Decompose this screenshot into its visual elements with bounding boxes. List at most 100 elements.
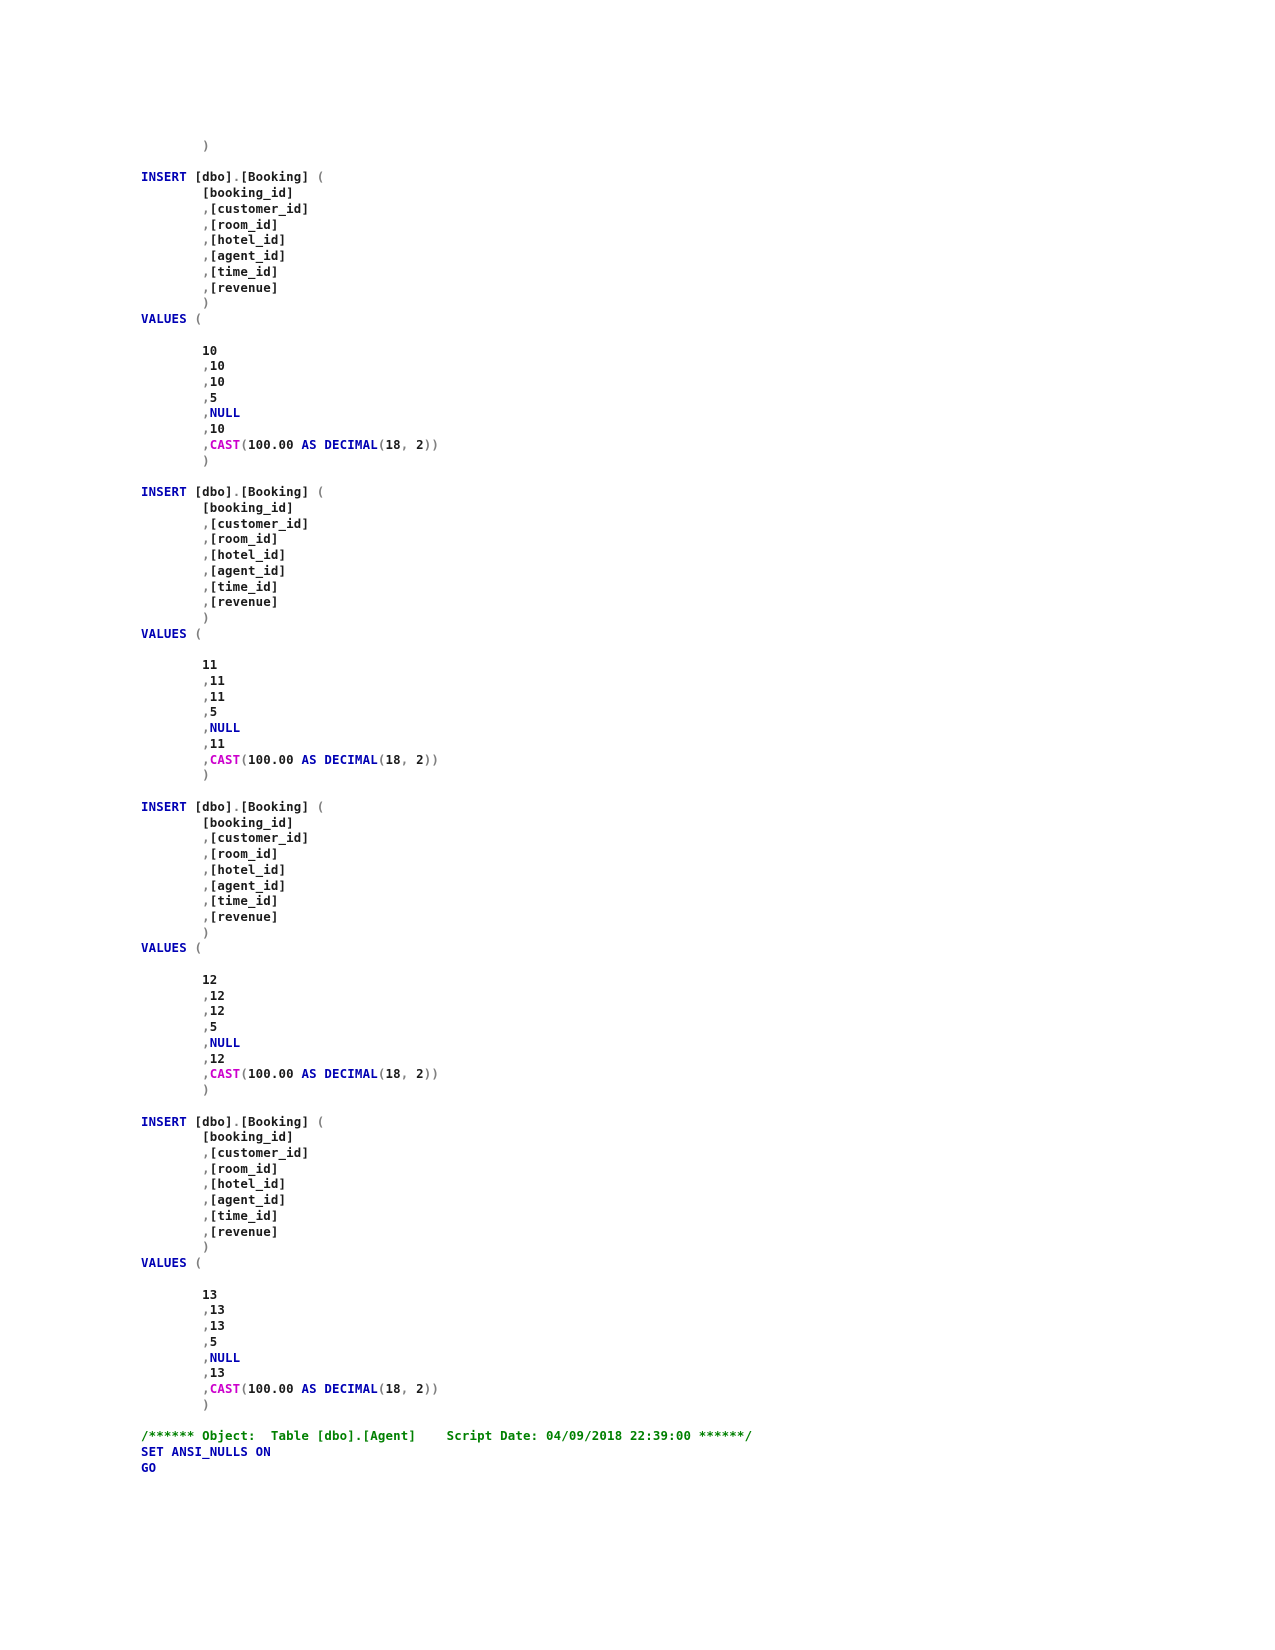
close-paren-token: ) <box>202 924 210 940</box>
paren-token: ( <box>377 751 386 767</box>
comma-token: , <box>202 672 210 688</box>
value-literal-time-id: 10 <box>209 421 226 437</box>
comma-token: , <box>202 1365 210 1381</box>
insert-statement-header: INSERT [dbo].[Booking] ( <box>141 169 1141 185</box>
close-paren-token: ) <box>202 1082 210 1098</box>
column-identifier: [time_id] <box>209 893 279 909</box>
value-literal-time-id: 12 <box>209 1050 226 1066</box>
column-list-item: ,[hotel_id] <box>141 232 1141 248</box>
value-list-item: 11 <box>141 657 1141 673</box>
value-literal-booking-id: 13 <box>202 1286 218 1302</box>
column-identifier: [hotel_id] <box>209 861 287 877</box>
value-literal-booking-id: 12 <box>202 971 218 987</box>
value-list-item: ,5 <box>141 390 1141 406</box>
value-literal-room-id: 10 <box>209 374 226 390</box>
value-literal-agent-id: NULL <box>209 1349 241 1365</box>
go-keyword: GO <box>141 1459 157 1475</box>
paren-token: ( <box>377 436 386 452</box>
column-list-item: ,[hotel_id] <box>141 1176 1141 1192</box>
values-clause-header: VALUES ( <box>141 311 1141 327</box>
comma-token: , <box>202 1019 210 1035</box>
value-literal-customer-id: 11 <box>209 672 226 688</box>
values-keyword: VALUES <box>141 1255 187 1271</box>
comma-token: , <box>202 987 210 1003</box>
column-list-item: ,[agent_id] <box>141 878 1141 894</box>
comma-token: , <box>202 1302 210 1318</box>
open-paren-token: ( <box>194 940 203 956</box>
column-list-item: ,[room_id] <box>141 531 1141 547</box>
value-list-item: ,10 <box>141 358 1141 374</box>
comma-token: , <box>202 578 210 594</box>
value-list-item: ,NULL <box>141 1350 1141 1366</box>
value-literal-hotel-id: 5 <box>209 704 218 720</box>
schema-identifier: [dbo] <box>194 169 233 185</box>
column-identifier: [booking_id] <box>202 185 294 201</box>
column-list-item: ,[revenue] <box>141 909 1141 925</box>
value-list-item: ,11 <box>141 689 1141 705</box>
column-identifier: [room_id] <box>209 216 279 232</box>
comma-token: , <box>202 421 210 437</box>
value-list-item: ,NULL <box>141 1035 1141 1051</box>
values-keyword: VALUES <box>141 311 187 327</box>
column-list-item: [booking_id] <box>141 815 1141 831</box>
close-paren-token: ) <box>202 1396 210 1412</box>
value-list-item: ,5 <box>141 704 1141 720</box>
decimal-keyword: DECIMAL <box>324 1381 378 1397</box>
paren-token: ( <box>240 436 248 452</box>
comma-token: , <box>202 594 210 610</box>
comma-token: , <box>202 248 210 264</box>
value-list-item: ,5 <box>141 1334 1141 1350</box>
comma-token: , <box>202 893 210 909</box>
table-identifier: [Booking] <box>240 1113 310 1129</box>
column-list-item: ,[hotel_id] <box>141 862 1141 878</box>
values-clause-header: VALUES ( <box>141 940 1141 956</box>
insert-statement-header: INSERT [dbo].[Booking] ( <box>141 799 1141 815</box>
comma-token: , <box>202 1223 210 1239</box>
comma-token: , <box>202 846 210 862</box>
code-listing[interactable]: ) INSERT [dbo].[Booking] ( [booking_id] … <box>141 138 1141 1475</box>
comma-token: , <box>202 1066 210 1082</box>
close-paren-token: ) <box>202 295 210 311</box>
comma-token: , <box>202 1207 210 1223</box>
column-identifier: [hotel_id] <box>209 1176 287 1192</box>
column-list-item: [booking_id] <box>141 500 1141 516</box>
value-list-item: ,10 <box>141 374 1141 390</box>
value-list-item: 12 <box>141 972 1141 988</box>
precision-literal: 18 <box>385 436 401 452</box>
comma-token: , <box>202 1003 210 1019</box>
column-identifier: [revenue] <box>209 908 279 924</box>
comment-script-date: 04/09/2018 22:39:00 <box>545 1428 692 1444</box>
comma-token: , <box>202 908 210 924</box>
value-list-item: ,13 <box>141 1302 1141 1318</box>
value-literal-customer-id: 12 <box>209 987 226 1003</box>
orphan-close-paren: ) <box>141 138 1141 154</box>
comma-token: , <box>202 1381 210 1397</box>
table-identifier: [Booking] <box>240 484 310 500</box>
column-list-close: ) <box>141 925 1141 941</box>
set-ansi-nulls-statement: SET ANSI_NULLS ON <box>141 1444 1141 1460</box>
value-literal-agent-id: NULL <box>209 720 241 736</box>
column-identifier: [agent_id] <box>209 1192 287 1208</box>
values-clause-close: ) <box>141 1082 1141 1098</box>
comma-token: , <box>202 358 210 374</box>
column-list-item: ,[agent_id] <box>141 563 1141 579</box>
comma-token: , <box>202 1160 210 1176</box>
comma-token: , <box>202 735 210 751</box>
value-literal-room-id: 12 <box>209 1003 226 1019</box>
insert-statement-header: INSERT [dbo].[Booking] ( <box>141 1114 1141 1130</box>
column-list-item: ,[agent_id] <box>141 248 1141 264</box>
close-paren-token: ) <box>202 610 210 626</box>
comma-token: , <box>202 279 210 295</box>
as-keyword: AS <box>301 1066 317 1082</box>
values-keyword: VALUES <box>141 625 187 641</box>
comment-middle: Script Date: <box>416 1428 546 1444</box>
schema-identifier: [dbo] <box>194 1113 233 1129</box>
column-identifier: [revenue] <box>209 594 279 610</box>
column-list-close: ) <box>141 295 1141 311</box>
column-list-item: ,[time_id] <box>141 264 1141 280</box>
value-list-item: ,11 <box>141 736 1141 752</box>
